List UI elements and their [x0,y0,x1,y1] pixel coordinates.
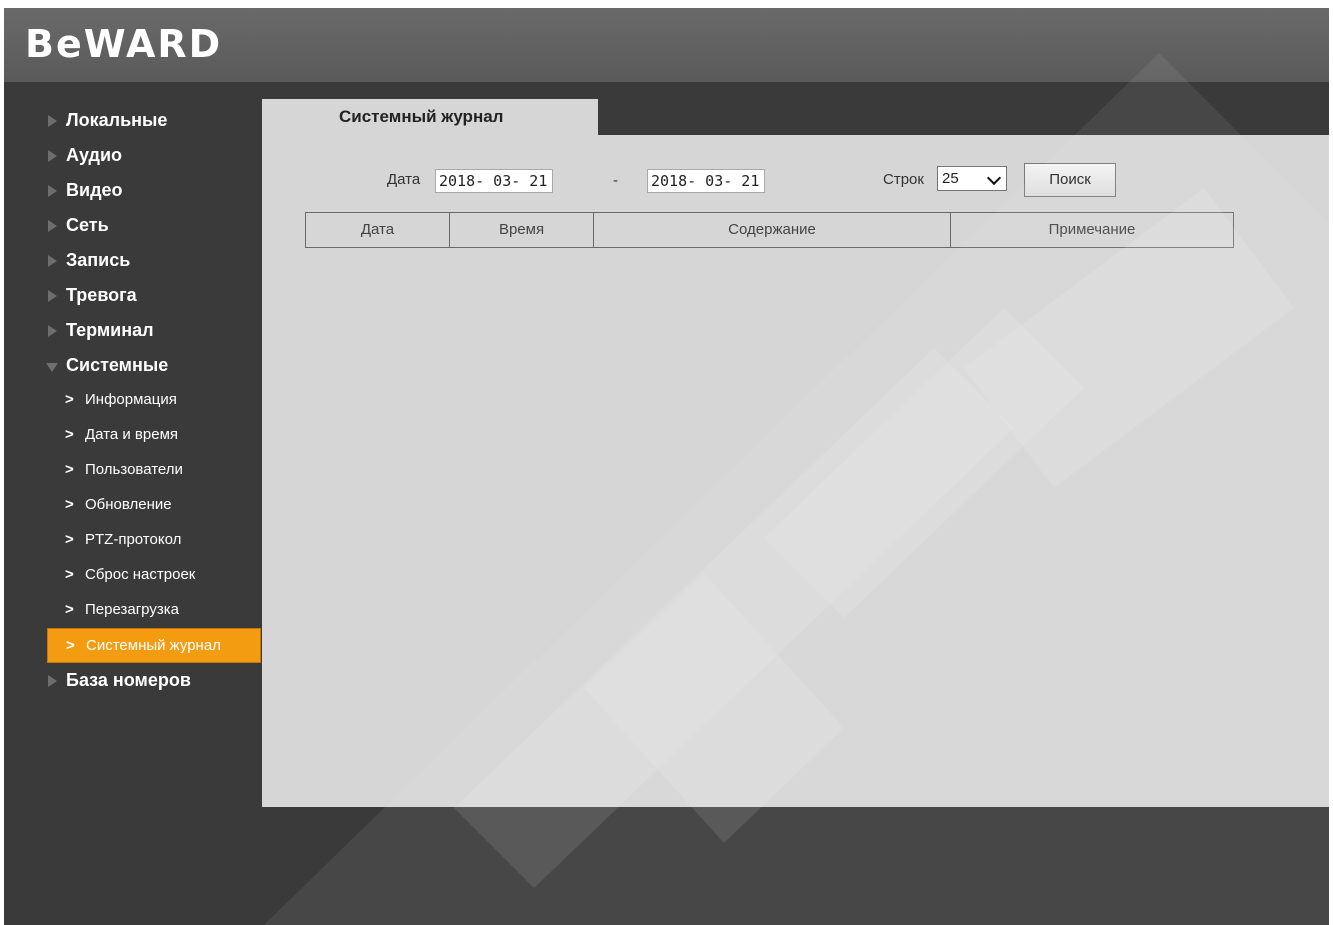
sidebar-subitem-label: Обновление [85,496,172,513]
sidebar-subitem-label: Перезагрузка [85,601,179,618]
date-label: Дата [387,171,421,188]
tab-label: Системный журнал [339,107,504,126]
sidebar-item-number-database[interactable]: База номеров [4,663,262,698]
sidebar-subitem-label: Дата и время [85,426,179,443]
beward-logo: BeWARD [25,22,223,66]
triangle-right-icon [48,675,57,687]
sidebar-item-system[interactable]: Системные [4,348,262,383]
chevron-right-icon: > [65,496,74,513]
sidebar-item-local[interactable]: Локальные [4,103,262,138]
date-range-separator: - [613,172,618,189]
sidebar-subitem-date-time[interactable]: > Дата и время [4,418,262,453]
chevron-down-icon [986,170,1002,186]
sidebar-subitem-factory-reset[interactable]: > Сброс настроек [4,558,262,593]
sidebar-item-video[interactable]: Видео [4,173,262,208]
header-bar: BeWARD [4,8,1329,82]
triangle-right-icon [48,115,57,127]
chevron-right-icon: > [65,461,74,478]
triangle-right-icon [48,255,57,267]
sidebar-subitem-label: PTZ-протокол [85,531,182,548]
sidebar-item-label: Сеть [66,215,109,235]
sidebar-subitem-update[interactable]: > Обновление [4,488,262,523]
sidebar-subitem-label: Сброс настроек [85,566,196,583]
tab-bar: Системный журнал [262,99,1329,135]
sidebar-subitem-label: Информация [85,391,177,408]
sidebar-subitem-label: Системный журнал [86,637,221,654]
sidebar-item-label: Тревога [66,285,137,305]
rows-select-value: 25 [942,170,959,187]
sidebar-item-label: Локальные [66,110,168,130]
sidebar-item-label: База номеров [66,670,191,690]
rows-select[interactable]: 25 [937,166,1007,191]
sidebar-subitem-ptz-protocol[interactable]: > PTZ-протокол [4,523,262,558]
chevron-right-icon: > [65,566,74,583]
triangle-down-icon [46,363,58,372]
search-button[interactable]: Поиск [1024,163,1116,197]
content-panel: Дата 2018- 03- 21 - 2018- 03- 21 Строк 2… [262,135,1329,807]
triangle-right-icon [48,290,57,302]
sidebar-item-audio[interactable]: Аудио [4,138,262,173]
table-header-content: Содержание [594,213,951,247]
log-table: Дата Время Содержание Примечание [305,212,1234,248]
chevron-right-icon: > [65,601,74,618]
sidebar-subitem-reboot[interactable]: > Перезагрузка [4,593,262,628]
sidebar-subitem-information[interactable]: > Информация [4,383,262,418]
tab-system-log[interactable]: Системный журнал [262,99,598,135]
triangle-right-icon [48,220,57,232]
table-header-date: Дата [306,213,450,247]
chevron-right-icon: > [65,531,74,548]
sidebar-item-label: Аудио [66,145,123,165]
sidebar-item-label: Терминал [66,320,154,340]
sidebar-item-network[interactable]: Сеть [4,208,262,243]
chevron-right-icon: > [65,426,74,443]
sidebar: Локальные Аудио Видео Сеть Запись Тревог… [4,103,262,698]
sidebar-item-terminal[interactable]: Терминал [4,313,262,348]
date-from-field[interactable]: 2018- 03- 21 [435,169,553,193]
sidebar-item-label: Видео [66,180,123,200]
sidebar-item-recording[interactable]: Запись [4,243,262,278]
sidebar-subitem-label: Пользователи [85,461,183,478]
chevron-right-icon: > [65,391,74,408]
sidebar-item-label: Системные [66,355,169,375]
sidebar-item-label: Запись [66,250,131,270]
sidebar-subitem-system-log[interactable]: > Системный журнал [47,628,261,663]
triangle-right-icon [48,185,57,197]
table-header-time: Время [450,213,594,247]
sidebar-subitem-users[interactable]: > Пользователи [4,453,262,488]
app-frame: BeWARD Локальные Аудио Видео Сеть Запись… [4,8,1329,925]
table-header-note: Примечание [1048,221,1136,238]
chevron-right-icon: > [66,637,75,654]
rows-label: Строк [883,171,924,188]
sidebar-item-alarm[interactable]: Тревога [4,278,262,313]
date-to-field[interactable]: 2018- 03- 21 [647,169,765,193]
triangle-right-icon [48,325,57,337]
triangle-right-icon [48,150,57,162]
